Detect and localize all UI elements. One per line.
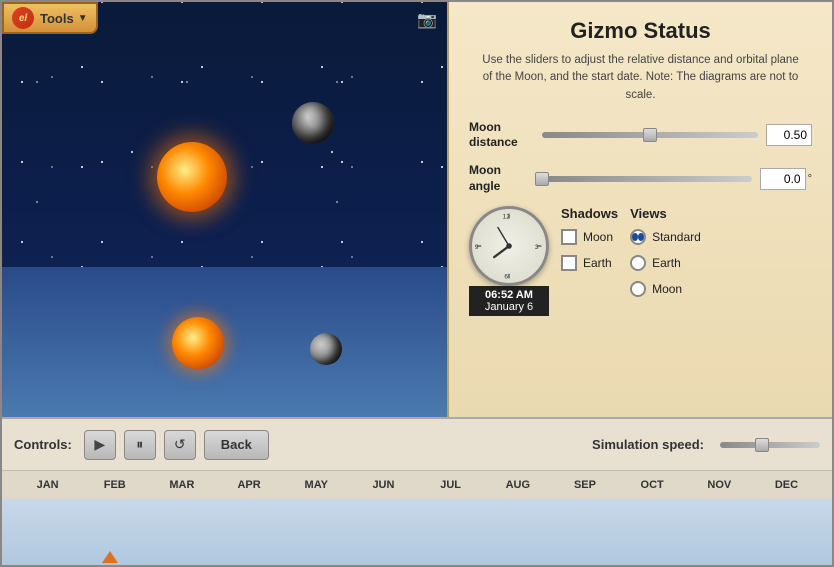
moon-angle-label: Moon angle <box>469 163 534 194</box>
shadow-moon-checkbox[interactable] <box>561 229 577 245</box>
shadows-header: Shadows <box>561 206 618 221</box>
play-button[interactable]: ▶ <box>84 430 116 460</box>
view-moon-label: Moon <box>652 282 682 296</box>
timeline-indicator[interactable] <box>102 551 118 563</box>
moon-distance-value[interactable]: 0.50 <box>766 124 812 146</box>
speed-label: Simulation speed: <box>592 437 704 452</box>
clock-time: 06:52 AM <box>475 289 543 301</box>
moon-object <box>292 102 334 144</box>
timeline-bar[interactable] <box>2 499 832 565</box>
pause-button[interactable]: ⏸ <box>124 430 156 460</box>
sim-bottom-strip <box>2 267 447 417</box>
gizmo-panel: Gizmo Status Use the sliders to adjust t… <box>447 2 832 417</box>
month-apr: APR <box>216 479 283 491</box>
view-earth-radio[interactable] <box>630 255 646 271</box>
speed-slider-thumb[interactable] <box>755 438 769 452</box>
shadow-earth-checkbox[interactable] <box>561 255 577 271</box>
top-area: el Tools ▼ 📷 Gizmo Status Use the slider… <box>2 2 832 417</box>
month-feb: FEB <box>81 479 148 491</box>
shadow-moon-label: Moon <box>583 230 613 244</box>
svg-text:3: 3 <box>535 244 539 251</box>
moon-angle-row: Moon angle 0.0 ° <box>469 163 812 194</box>
clock-svg: 12 3 6 9 <box>472 209 546 283</box>
gizmo-lower-controls: 12 3 6 9 <box>469 206 812 316</box>
main-container: el Tools ▼ 📷 Gizmo Status Use the slider… <box>0 0 834 567</box>
month-mar: MAR <box>148 479 215 491</box>
gizmo-description: Use the sliders to adjust the relative d… <box>469 52 812 104</box>
month-nov: NOV <box>686 479 753 491</box>
moon-small-object <box>310 333 342 365</box>
controls-label: Controls: <box>14 437 72 452</box>
speed-slider[interactable] <box>720 442 820 448</box>
month-jan: JAN <box>14 479 81 491</box>
tools-dropdown-arrow[interactable]: ▼ <box>78 13 88 24</box>
sun-object <box>157 142 227 212</box>
view-earth-label: Earth <box>652 256 681 270</box>
shadow-moon-row[interactable]: Moon <box>561 229 618 245</box>
shadow-earth-label: Earth <box>583 256 612 270</box>
moon-angle-thumb[interactable] <box>535 172 549 186</box>
view-standard-row[interactable]: Standard <box>630 229 701 245</box>
toolbar[interactable]: el Tools ▼ <box>2 2 98 34</box>
gizmo-title: Gizmo Status <box>469 18 812 44</box>
clock-date: January 6 <box>475 301 543 313</box>
moon-shadow <box>292 102 334 144</box>
month-sep: SEP <box>551 479 618 491</box>
month-dec: DEC <box>753 479 820 491</box>
view-moon-radio[interactable] <box>630 281 646 297</box>
moon-distance-thumb[interactable] <box>643 128 657 142</box>
svg-text:9: 9 <box>475 244 479 251</box>
clock-time-display: 06:52 AM January 6 <box>469 286 549 316</box>
view-moon-row[interactable]: Moon <box>630 281 701 297</box>
moon-distance-slider[interactable] <box>542 132 758 138</box>
clock-container: 12 3 6 9 <box>469 206 549 316</box>
views-column: Views Standard Earth Moon <box>630 206 701 307</box>
shadows-column: Shadows Moon Earth <box>561 206 618 281</box>
moon-angle-value[interactable]: 0.0 <box>760 168 806 190</box>
month-aug: AUG <box>484 479 551 491</box>
clock-face: 12 3 6 9 <box>469 206 549 286</box>
bottom-bar: Controls: ▶ ⏸ ↺ Back Simulation speed: J… <box>2 417 832 565</box>
moon-distance-label: Moon distance <box>469 120 534 151</box>
month-may: MAY <box>283 479 350 491</box>
month-jul: JUL <box>417 479 484 491</box>
reset-button[interactable]: ↺ <box>164 430 196 460</box>
simulation-area[interactable]: el Tools ▼ 📷 <box>2 2 447 417</box>
svg-text:6: 6 <box>504 274 508 281</box>
moon-distance-row: Moon distance 0.50 <box>469 120 812 151</box>
moon-angle-unit: ° <box>808 173 812 185</box>
views-header: Views <box>630 206 701 221</box>
month-jun: JUN <box>350 479 417 491</box>
logo-icon: el <box>12 7 34 29</box>
sun-small-object <box>172 317 224 369</box>
view-earth-row[interactable]: Earth <box>630 255 701 271</box>
shadow-earth-row[interactable]: Earth <box>561 255 618 271</box>
month-oct: OCT <box>619 479 686 491</box>
view-standard-label: Standard <box>652 230 701 244</box>
controls-top-row: Controls: ▶ ⏸ ↺ Back Simulation speed: <box>2 419 832 471</box>
months-bar: JAN FEB MAR APR MAY JUN JUL AUG SEP OCT … <box>2 471 832 499</box>
moon-angle-slider[interactable] <box>542 176 752 182</box>
tools-label: Tools <box>40 11 74 26</box>
view-standard-radio[interactable] <box>630 229 646 245</box>
camera-icon[interactable]: 📷 <box>417 10 439 26</box>
back-button[interactable]: Back <box>204 430 269 460</box>
